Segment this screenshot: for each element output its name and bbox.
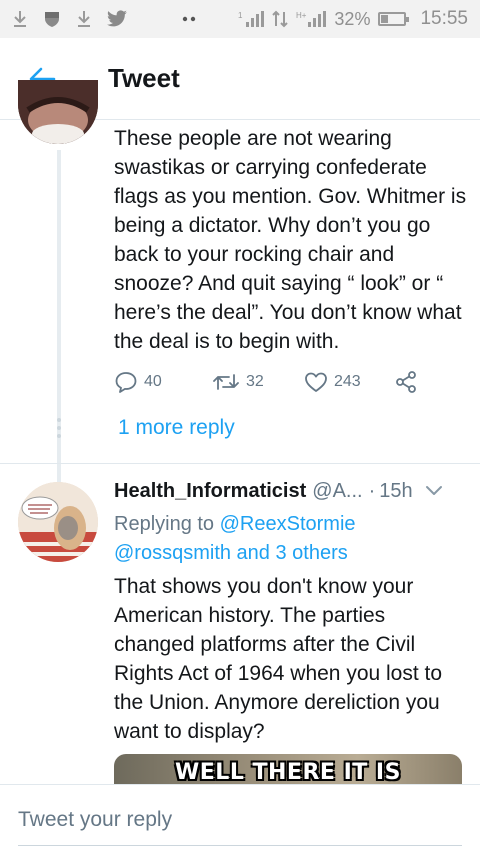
like-button[interactable]: 243 — [304, 371, 394, 393]
data-transfer-icon — [272, 10, 289, 28]
tweet-text: These people are not wearing swastikas o… — [114, 127, 467, 353]
avatar[interactable] — [18, 80, 98, 144]
retweet-button[interactable]: 32 — [212, 372, 304, 392]
battery-level — [381, 15, 389, 23]
twitter-bird-icon — [106, 10, 128, 28]
svg-text:H+: H+ — [296, 11, 307, 20]
tweet-menu-button[interactable] — [425, 480, 443, 503]
reply-composer — [0, 784, 480, 854]
clock: 15:55 — [420, 8, 468, 29]
signal-h-plus-icon: H+ — [296, 10, 327, 28]
author-handle[interactable]: @A... — [312, 480, 362, 503]
status-bar: 1 H+ 32% 15:55 — [0, 0, 480, 38]
separator-dot: · — [368, 480, 376, 502]
retweet-icon — [213, 374, 239, 390]
shield-icon — [42, 9, 62, 29]
tweet-timestamp: 15h — [379, 480, 413, 502]
more-replies-link[interactable]: 1 more reply — [118, 416, 235, 440]
thread-dots — [57, 418, 61, 440]
thread-connector — [57, 150, 61, 505]
input-underline — [18, 845, 462, 846]
author-name[interactable]: Health_Informaticist — [114, 480, 306, 503]
reply-tweet[interactable]: Health_Informaticist @A... · 15h Replyin… — [0, 464, 480, 794]
retweet-count: 32 — [246, 373, 264, 390]
svg-text:1: 1 — [238, 11, 243, 20]
reply-icon — [115, 372, 137, 393]
reply-count: 40 — [144, 373, 162, 390]
like-count: 243 — [334, 373, 361, 390]
tweet-actions: 40 32 243 — [114, 368, 434, 396]
avatar[interactable] — [18, 482, 98, 562]
download-icon — [76, 9, 92, 29]
more-dots-icon — [182, 16, 196, 22]
reply-input[interactable] — [18, 805, 458, 835]
media-caption: WELL THERE IT IS — [175, 760, 401, 785]
share-icon — [396, 371, 416, 393]
tweet-text: That shows you don't know your American … — [114, 575, 443, 743]
replying-label: Replying to — [114, 513, 215, 535]
thread-tweet[interactable]: These people are not wearing swastikas o… — [0, 80, 480, 505]
page-title: Tweet — [108, 63, 180, 93]
chevron-down-icon — [425, 486, 442, 495]
download-icon — [12, 9, 28, 29]
share-button[interactable] — [394, 370, 418, 394]
battery-icon — [378, 12, 410, 26]
mention-others-link[interactable]: @rossqsmith and 3 others — [114, 542, 348, 564]
heart-icon — [305, 372, 327, 392]
mention-link[interactable]: @ReexStormie — [220, 513, 356, 535]
tweet-header: Health_Informaticist @A... · 15h — [114, 480, 470, 503]
reply-button[interactable]: 40 — [114, 371, 204, 393]
replying-to: Replying to @ReexStormie @rossqsmith and… — [114, 510, 470, 568]
signal-icon: 1 — [238, 10, 265, 28]
battery-percent: 32% — [334, 8, 371, 29]
